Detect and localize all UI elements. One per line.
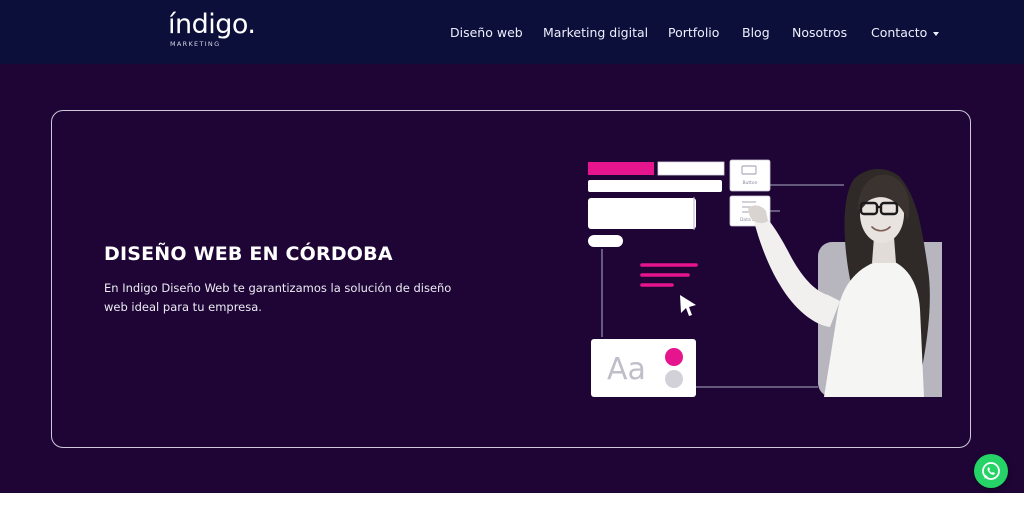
- nav-item-marketing-digital[interactable]: Marketing digital: [543, 24, 648, 42]
- button-card-label: Button: [742, 180, 757, 186]
- pink-bar: [588, 162, 654, 175]
- next-section-edge: [0, 493, 1024, 505]
- nav-item-nosotros[interactable]: Nosotros: [792, 24, 847, 42]
- nav-item-diseno-web[interactable]: Diseño web: [450, 24, 523, 42]
- button-component-card: [729, 159, 771, 192]
- hero-title: DISEÑO WEB EN CÓRDOBA: [104, 243, 393, 265]
- hero-illustration: Button Data List Aa: [588, 159, 942, 397]
- nav-item-blog[interactable]: Blog: [742, 24, 770, 42]
- nav-item-portfolio[interactable]: Portfolio: [668, 24, 719, 42]
- logo-subtitle: MARKETING: [170, 40, 221, 48]
- caret-down-icon: [933, 31, 940, 36]
- nav-item-contacto-label: Contacto: [871, 25, 928, 40]
- logo-wordmark: índigo.: [168, 9, 256, 40]
- nav-item-contacto[interactable]: Contacto: [871, 24, 940, 42]
- whatsapp-icon: [982, 462, 1000, 480]
- whatsapp-button[interactable]: [974, 454, 1008, 488]
- site-header: índigo. MARKETING Diseño web Marketing d…: [0, 0, 1024, 64]
- hero-description: En Indigo Diseño Web te garantizamos la …: [104, 281, 452, 314]
- hero-card: DISEÑO WEB EN CÓRDOBA En Indigo Diseño W…: [51, 110, 971, 448]
- typography-sample: Aa: [607, 352, 646, 387]
- cursor-icon: [680, 295, 696, 316]
- logo[interactable]: índigo. MARKETING: [168, 9, 256, 49]
